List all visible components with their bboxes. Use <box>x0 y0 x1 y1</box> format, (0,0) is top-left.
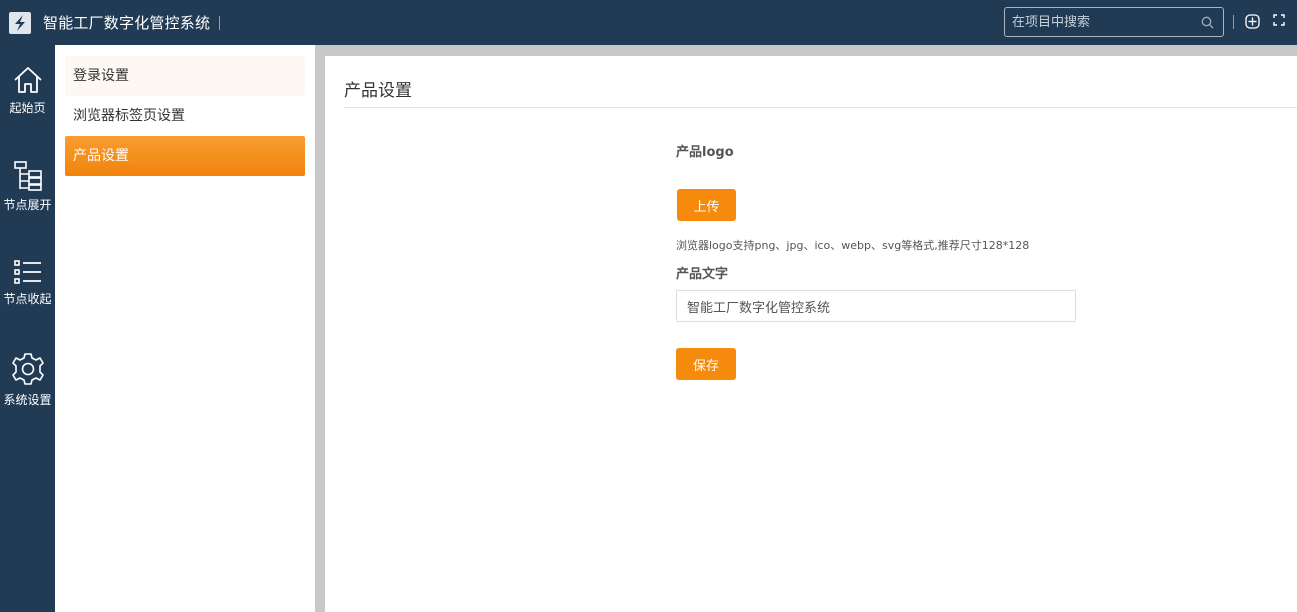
menu-item-login-settings[interactable]: 登录设置 <box>65 56 305 96</box>
gear-icon <box>11 353 44 385</box>
rail-item-system-settings[interactable]: 系统设置 <box>0 351 55 408</box>
app-title: 智能工厂数字化管控系统 <box>43 14 211 32</box>
title-divider <box>219 15 221 30</box>
dashboard-icon[interactable] <box>1245 14 1260 29</box>
search-box[interactable] <box>1004 7 1224 37</box>
list-collapse-icon <box>13 260 41 284</box>
save-button[interactable]: 保存 <box>676 348 736 380</box>
rail-item-label: 节点收起 <box>3 292 52 306</box>
rail-item-expand-nodes[interactable]: 节点展开 <box>0 160 55 213</box>
icon-rail: 起始页 节点展开 节点收起 系统设置 <box>0 45 55 612</box>
search-icon[interactable] <box>1201 16 1214 29</box>
app-logo[interactable] <box>9 11 31 34</box>
menu-item-product-settings[interactable]: 产品设置 <box>65 136 305 176</box>
rail-item-label: 起始页 <box>9 101 46 115</box>
title-divider <box>344 107 1297 108</box>
rail-item-label: 节点展开 <box>3 198 52 212</box>
logo-label: 产品logo <box>676 145 734 160</box>
page-title: 产品设置 <box>344 81 412 101</box>
tree-expand-icon <box>13 161 42 191</box>
product-text-input[interactable] <box>676 290 1076 322</box>
lightning-logo-icon <box>15 14 25 31</box>
rail-item-collapse-nodes[interactable]: 节点收起 <box>0 258 55 307</box>
upload-button[interactable]: 上传 <box>677 189 736 221</box>
menu-item-browser-tab-settings[interactable]: 浏览器标签页设置 <box>65 96 305 136</box>
settings-menu: 登录设置 浏览器标签页设置 产品设置 <box>55 45 315 612</box>
rail-item-home[interactable]: 起始页 <box>0 65 55 116</box>
main-panel: 产品设置 产品logo 上传 浏览器logo支持png、jpg、ico、webp… <box>325 56 1297 612</box>
rail-item-label: 系统设置 <box>3 393 52 407</box>
home-icon <box>13 67 42 93</box>
top-header: 智能工厂数字化管控系统 <box>0 0 1297 45</box>
logo-format-hint: 浏览器logo支持png、jpg、ico、webp、svg等格式,推荐尺寸128… <box>676 239 1030 252</box>
search-input[interactable] <box>1012 14 1192 30</box>
product-text-label: 产品文字 <box>676 267 729 282</box>
header-divider <box>1233 15 1234 29</box>
fullscreen-icon[interactable] <box>1273 14 1285 26</box>
panel-splitter[interactable] <box>315 45 325 612</box>
